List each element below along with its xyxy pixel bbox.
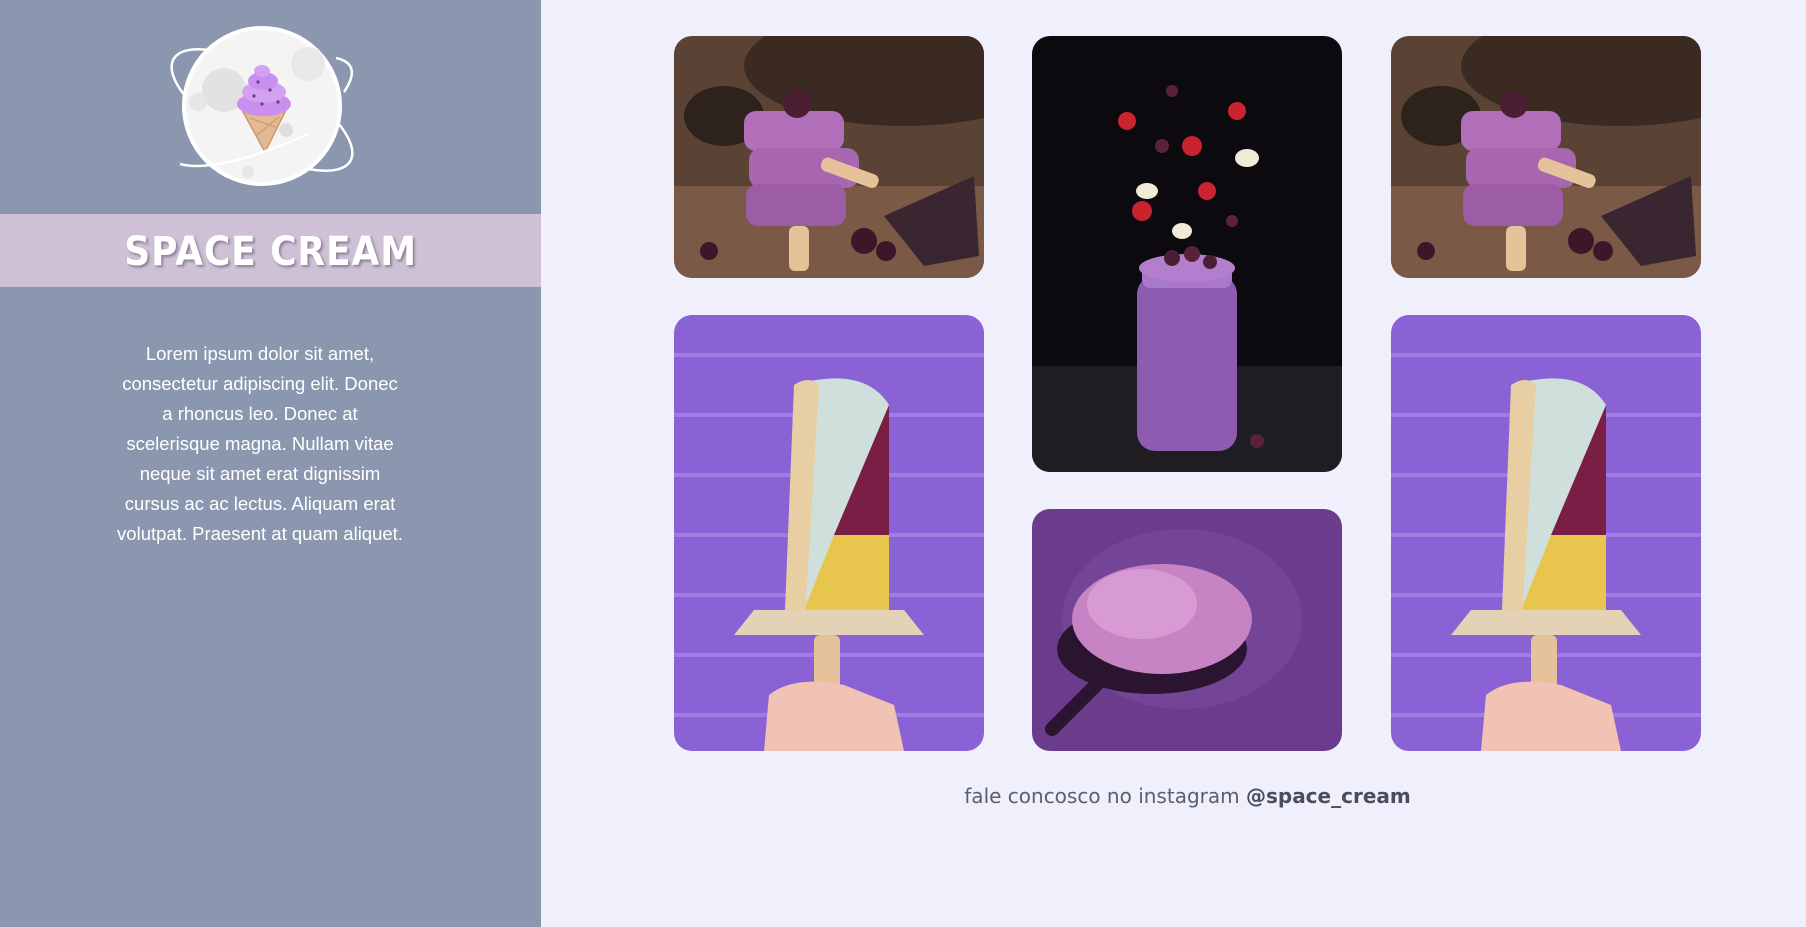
instagram-handle-link[interactable]: @space_cream xyxy=(1246,784,1411,808)
ice-cream-planet-logo-icon[interactable] xyxy=(158,24,366,188)
sidebar: SPACE CREAM Lorem ipsum dolor sit amet, … xyxy=(0,0,541,927)
photo-stacked-popsicles[interactable] xyxy=(1391,36,1701,278)
page: SPACE CREAM Lorem ipsum dolor sit amet, … xyxy=(0,0,1806,927)
photo-spoon-ice-cream[interactable] xyxy=(1032,509,1342,751)
brand-title: SPACE CREAM xyxy=(124,228,417,275)
brand-title-band: SPACE CREAM xyxy=(0,214,541,287)
photo-smoothie-jar[interactable] xyxy=(1032,36,1342,472)
photo-stacked-popsicles[interactable] xyxy=(674,36,984,278)
photo-layered-popsicle[interactable] xyxy=(674,315,984,751)
brand-description: Lorem ipsum dolor sit amet, consectetur … xyxy=(117,342,403,544)
photo-layered-popsicle[interactable] xyxy=(1391,315,1701,751)
instagram-contact: fale concosco no instagram @space_cream xyxy=(674,784,1701,808)
instagram-text: fale concosco no instagram xyxy=(964,784,1246,808)
